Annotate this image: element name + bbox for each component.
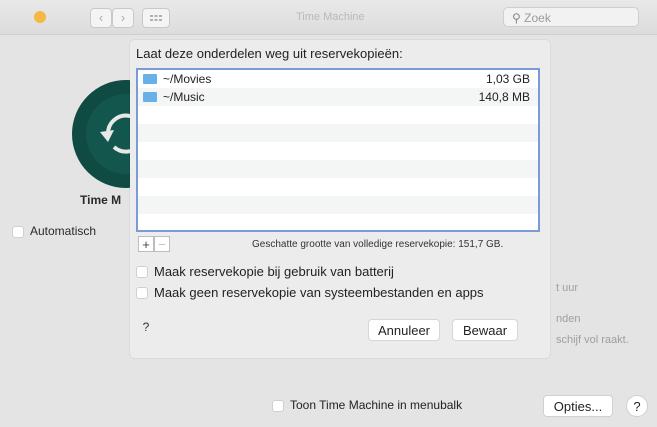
- item-size: 1,03 GB: [485, 72, 530, 86]
- list-item[interactable]: ~/Movies 1,03 GB: [138, 70, 538, 88]
- app-name-label: Time M: [80, 193, 122, 207]
- search-placeholder: Zoek: [524, 11, 551, 25]
- battery-backup-checkbox[interactable]: [136, 266, 148, 278]
- sheet-help-button[interactable]: ?: [136, 317, 156, 337]
- exclusions-list[interactable]: ~/Movies 1,03 GB ~/Music 140,8 MB: [136, 68, 540, 232]
- menubar-checkbox-label: Toon Time Machine in menubalk: [290, 398, 463, 412]
- help-button[interactable]: ?: [626, 395, 648, 417]
- item-name: ~/Movies: [163, 72, 212, 86]
- time-machine-logo: [64, 80, 180, 188]
- list-item[interactable]: ~/Music 140,8 MB: [138, 88, 538, 106]
- show-all-button[interactable]: [142, 8, 170, 28]
- exclude-system-label: Maak geen reservekopie van systeembestan…: [154, 285, 484, 300]
- menubar-checkbox[interactable]: [272, 400, 284, 412]
- sheet-title: Laat deze onderdelen weg uit reservekopi…: [136, 46, 403, 61]
- time-machine-icon: [72, 80, 180, 188]
- remove-button[interactable]: −: [154, 236, 170, 252]
- options-button[interactable]: Opties...: [543, 395, 613, 417]
- save-button[interactable]: Bewaar: [452, 319, 518, 341]
- item-name: ~/Music: [163, 90, 205, 104]
- auto-backup-checkbox[interactable]: [12, 226, 24, 238]
- window-traffic-light[interactable]: [34, 11, 46, 23]
- item-size: 140,8 MB: [478, 90, 530, 104]
- info-text-1: t uur: [556, 282, 579, 294]
- empty-row: [138, 178, 538, 196]
- info-text-2: nden: [556, 313, 581, 325]
- folder-icon: [143, 92, 157, 102]
- search-field[interactable]: ⚲ Zoek: [503, 7, 639, 27]
- exclude-system-checkbox[interactable]: [136, 287, 148, 299]
- window-titlebar: ‹ › Time Machine ⚲ Zoek: [0, 0, 657, 35]
- empty-row: [138, 106, 538, 124]
- exclusions-sheet: Laat deze onderdelen weg uit reservekopi…: [130, 40, 550, 358]
- search-icon: ⚲: [512, 11, 521, 25]
- empty-row: [138, 196, 538, 214]
- info-text-3: schijf vol raakt.: [556, 334, 629, 346]
- grid-icon: [150, 15, 162, 21]
- empty-row: [138, 214, 538, 230]
- empty-row: [138, 160, 538, 178]
- battery-backup-label: Maak reservekopie bij gebruik van batter…: [154, 264, 394, 279]
- folder-icon: [143, 74, 157, 84]
- auto-backup-label: Automatisch: [30, 224, 97, 238]
- back-button[interactable]: ‹: [90, 8, 112, 28]
- empty-row: [138, 142, 538, 160]
- forward-button[interactable]: ›: [112, 8, 134, 28]
- cancel-button[interactable]: Annuleer: [368, 319, 440, 341]
- estimate-text: Geschatte grootte van volledige reservek…: [252, 239, 504, 250]
- empty-row: [138, 124, 538, 142]
- window-title: Time Machine: [296, 11, 365, 23]
- add-button[interactable]: +: [138, 236, 154, 252]
